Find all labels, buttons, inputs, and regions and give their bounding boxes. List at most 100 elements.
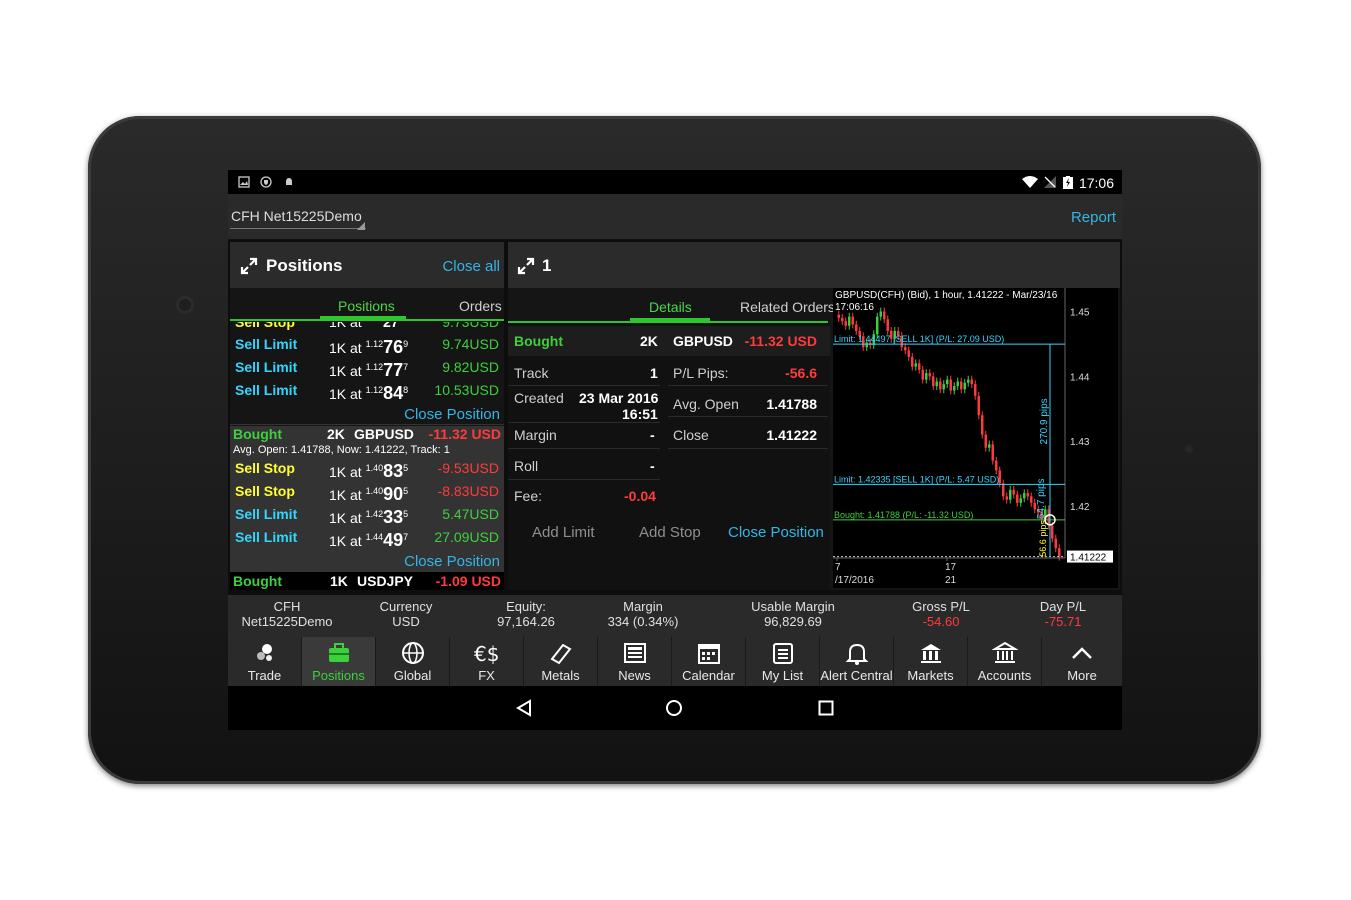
tab-divider	[230, 319, 504, 321]
nav-more[interactable]: More	[1042, 637, 1122, 686]
report-button[interactable]: Report	[1071, 209, 1116, 226]
nav-alert-central[interactable]: Alert Central	[820, 637, 894, 686]
position-row-gbpusd[interactable]: Bought 2K GBPUSD -11.32 USD	[233, 426, 503, 442]
candle	[1012, 489, 1015, 495]
expand-icon[interactable]	[240, 257, 258, 275]
detail-header: 1	[508, 242, 1120, 288]
nav-fx[interactable]: €$ FX	[450, 637, 524, 686]
list-item[interactable]: Sell Stop 1K at 1.40835 -9.53USD	[235, 460, 503, 481]
detail-symbol: GBPUSD	[673, 333, 733, 349]
candle	[946, 379, 949, 385]
add-stop-button[interactable]: Add Stop	[639, 524, 701, 541]
candle	[921, 369, 924, 380]
camera	[176, 296, 194, 314]
euro-dollar-icon: €$	[474, 642, 499, 665]
close-position-detail-button[interactable]: Close Position	[728, 524, 824, 541]
wifi-icon	[1022, 176, 1038, 188]
candle	[848, 316, 851, 326]
candle	[988, 444, 991, 448]
summary-margin: Margin 334 (0.34%)	[607, 599, 679, 629]
positions-title: Positions	[266, 256, 343, 275]
divider	[668, 385, 828, 386]
nav-global[interactable]: Global	[376, 637, 450, 686]
candle	[837, 314, 840, 318]
level-label: Bought: 1.41788 (P/L: -11.32 USD)	[834, 510, 973, 520]
candle	[879, 311, 882, 317]
tab-related-orders[interactable]: Related Orders	[740, 299, 835, 315]
close-position-button[interactable]: Close Position	[404, 406, 500, 423]
margin-label: Margin	[514, 427, 557, 443]
list-item[interactable]: Sell Limit 1K at 1.12848 10.53USD	[235, 382, 503, 403]
candle	[932, 376, 935, 387]
avg-open-label: Avg. Open	[673, 396, 739, 412]
candle	[974, 384, 977, 396]
list-item[interactable]: Sell Stop 1K at 1.40905 -8.83USD	[235, 483, 503, 504]
nav-my-list[interactable]: My List	[746, 637, 820, 686]
candle	[1009, 489, 1012, 500]
account-selector[interactable]: CFH Net15225Demo	[231, 208, 362, 224]
nav-markets[interactable]: Markets	[894, 637, 968, 686]
fee-value: -0.04	[624, 488, 656, 504]
system-nav-bar	[228, 686, 1122, 730]
nav-calendar[interactable]: Calendar	[672, 637, 746, 686]
list-item[interactable]: Sell Limit 1K at 1.12777 9.82USD	[235, 359, 503, 380]
nav-trade[interactable]: Trade	[228, 637, 302, 686]
recents-icon[interactable]	[818, 700, 834, 716]
nav-accounts[interactable]: Accounts	[968, 637, 1042, 686]
candle	[883, 311, 886, 320]
summary-account: CFH Net15225Demo	[241, 599, 333, 629]
created-time: 16:51	[622, 406, 658, 422]
nav-news[interactable]: News	[598, 637, 672, 686]
candle	[942, 384, 945, 390]
no-signal-icon	[1044, 176, 1056, 188]
y-tick-label: 1.42	[1070, 502, 1090, 513]
distance-label: 56.6 pips	[1038, 520, 1048, 557]
android-notification-icon	[286, 178, 292, 185]
roll-label: Roll	[514, 458, 539, 474]
divider	[508, 448, 660, 449]
list-item[interactable]: Sell Limit 1K at 1.44497 27.09USD	[235, 529, 503, 550]
candle	[876, 316, 879, 335]
device-screen: 17:06 CFH Net15225Demo Report Positions …	[228, 170, 1122, 730]
nav-positions[interactable]: Positions	[302, 637, 376, 686]
account-summary: CFH Net15225Demo Currency USD Equity: 97,16…	[228, 595, 1122, 637]
summary-gross-pl: Gross P/L -54.60	[912, 599, 970, 629]
candle	[1051, 525, 1054, 539]
pl-pips-label: P/L Pips:	[673, 365, 729, 381]
close-all-button[interactable]: Close all	[442, 258, 500, 275]
list-icon	[773, 643, 793, 664]
calendar-icon	[698, 644, 720, 664]
detail-title: 1	[542, 256, 552, 275]
expand-icon[interactable]	[517, 257, 535, 275]
candle	[1026, 493, 1029, 497]
tab-details[interactable]: Details	[649, 299, 692, 315]
bank-icon	[992, 641, 1018, 663]
distance-label: 270.9 pips	[1039, 398, 1050, 444]
chevron-up-icon	[1072, 647, 1092, 659]
summary-equity: Equity: 97,164.26	[497, 599, 555, 629]
x-tick-label: 7	[835, 562, 841, 573]
candle	[967, 379, 970, 383]
price-chart[interactable]: 1.45 1.44 1.43 1.42 Limit: 1.44497 [SELL 1K]…	[833, 288, 1118, 588]
candle	[844, 321, 847, 326]
tab-positions[interactable]: Positions	[338, 298, 395, 314]
list-item[interactable]: Sell Limit 1K at 1.42335 5.47USD	[235, 506, 503, 527]
positions-list[interactable]: Sell Stop 1K at 27 9.73USD Sell Limit 1K…	[230, 322, 504, 590]
globe-icon	[402, 642, 424, 664]
home-icon[interactable]	[665, 699, 683, 717]
back-icon[interactable]	[515, 699, 533, 717]
y-tick-label: 1.44	[1070, 372, 1090, 383]
close-position-button-2[interactable]: Close Position	[404, 553, 500, 570]
battery-charging-icon	[1063, 176, 1073, 189]
dropdown-caret-icon[interactable]	[357, 222, 365, 230]
candle	[1030, 496, 1033, 503]
list-item[interactable]: Sell Stop 1K at 27 9.73USD	[235, 322, 503, 330]
tab-orders[interactable]: Orders	[459, 298, 502, 314]
candle	[1016, 494, 1019, 503]
list-item[interactable]: Sell Limit 1K at 1.12769 9.74USD	[235, 336, 503, 357]
nav-metals[interactable]: Metals	[524, 637, 598, 686]
tab-divider	[508, 321, 828, 323]
position-row-usdjpy[interactable]: Bought 1K USDJPY -1.09 USD	[233, 573, 503, 589]
chart-title: GBPUSD(CFH) (Bid), 1 hour, 1.41222 - Mar…	[835, 290, 1058, 301]
add-limit-button[interactable]: Add Limit	[532, 524, 595, 541]
